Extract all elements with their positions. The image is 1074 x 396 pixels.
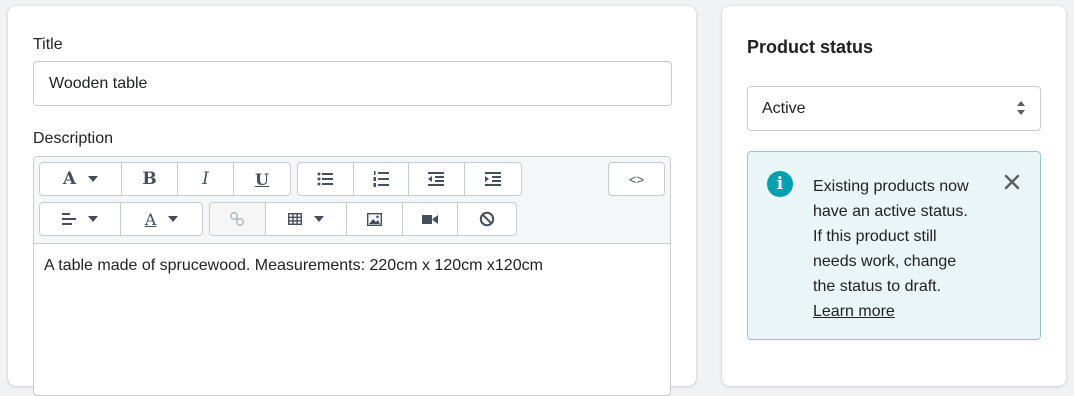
numbered-list-icon (373, 171, 389, 187)
italic-icon: I (202, 169, 209, 189)
clear-formatting-icon (480, 211, 495, 227)
underline-icon: U (255, 169, 269, 189)
banner-line: Existing products now (813, 178, 969, 195)
indent-button[interactable] (465, 163, 521, 195)
align-dropdown[interactable] (40, 203, 121, 235)
code-icon: <> (628, 171, 645, 187)
text-color-icon: A (144, 209, 157, 229)
product-status-select[interactable]: Active (747, 86, 1041, 131)
info-banner: i Existing products now have an active s… (747, 151, 1041, 340)
link-button[interactable] (210, 203, 266, 235)
description-editor: A B I U <> A A table made of sprucewood.… (33, 156, 671, 396)
chevron-down-icon (313, 216, 324, 222)
chevron-down-icon (168, 216, 179, 222)
link-icon (230, 211, 245, 227)
font-style-dropdown[interactable]: A (40, 163, 122, 195)
outdent-icon (428, 172, 445, 186)
html-toggle-button[interactable]: <> (609, 163, 664, 195)
info-icon: i (767, 171, 793, 197)
italic-button[interactable]: I (178, 163, 234, 195)
insert-video-button[interactable] (403, 203, 459, 235)
bullet-list-button[interactable] (298, 163, 354, 195)
clear-formatting-button[interactable] (458, 203, 516, 235)
align-color-group: A (39, 202, 203, 236)
info-banner-message: Existing products now have an active sta… (813, 174, 993, 324)
product-status-value: Active (762, 99, 806, 117)
chevron-down-icon (88, 176, 99, 182)
table-icon (287, 213, 302, 225)
title-input-value: Wooden table (49, 74, 148, 92)
html-toggle-group: <> (608, 162, 665, 196)
description-label: Description (33, 130, 114, 147)
numbered-list-button[interactable] (354, 163, 409, 195)
list-indent-group (297, 162, 522, 196)
table-dropdown[interactable] (266, 203, 348, 235)
banner-line: have an active status. (813, 203, 968, 220)
select-arrows-icon (1017, 101, 1025, 115)
product-details-card: Title Wooden table Description A B I U <… (8, 6, 696, 396)
title-input[interactable]: Wooden table (33, 61, 672, 106)
product-status-card: Product status Active i Existing product… (722, 6, 1066, 386)
insert-image-button[interactable] (347, 203, 403, 235)
image-icon (366, 212, 382, 226)
close-icon[interactable] (1004, 174, 1020, 190)
insert-group (209, 202, 517, 236)
learn-more-link[interactable]: Learn more (813, 299, 895, 324)
font-icon: A (62, 169, 77, 189)
banner-line: the status to draft. (813, 278, 942, 295)
bold-icon: B (142, 169, 157, 189)
underline-button[interactable]: U (234, 163, 290, 195)
banner-line: needs work, change (813, 253, 957, 270)
bold-button[interactable]: B (122, 163, 178, 195)
chevron-down-icon (88, 216, 98, 222)
align-left-icon (62, 213, 76, 225)
editor-toolbar: A B I U <> A (34, 157, 670, 244)
description-content[interactable]: A table made of sprucewood. Measurements… (44, 257, 543, 275)
video-camera-icon (422, 214, 439, 224)
product-status-heading: Product status (747, 37, 874, 57)
indent-icon (484, 172, 501, 186)
title-label: Title (33, 36, 63, 53)
outdent-button[interactable] (409, 163, 465, 195)
banner-line: If this product still (813, 228, 937, 245)
text-style-group: A B I U (39, 162, 291, 196)
text-color-dropdown[interactable]: A (121, 203, 202, 235)
bullet-list-icon (317, 172, 334, 186)
